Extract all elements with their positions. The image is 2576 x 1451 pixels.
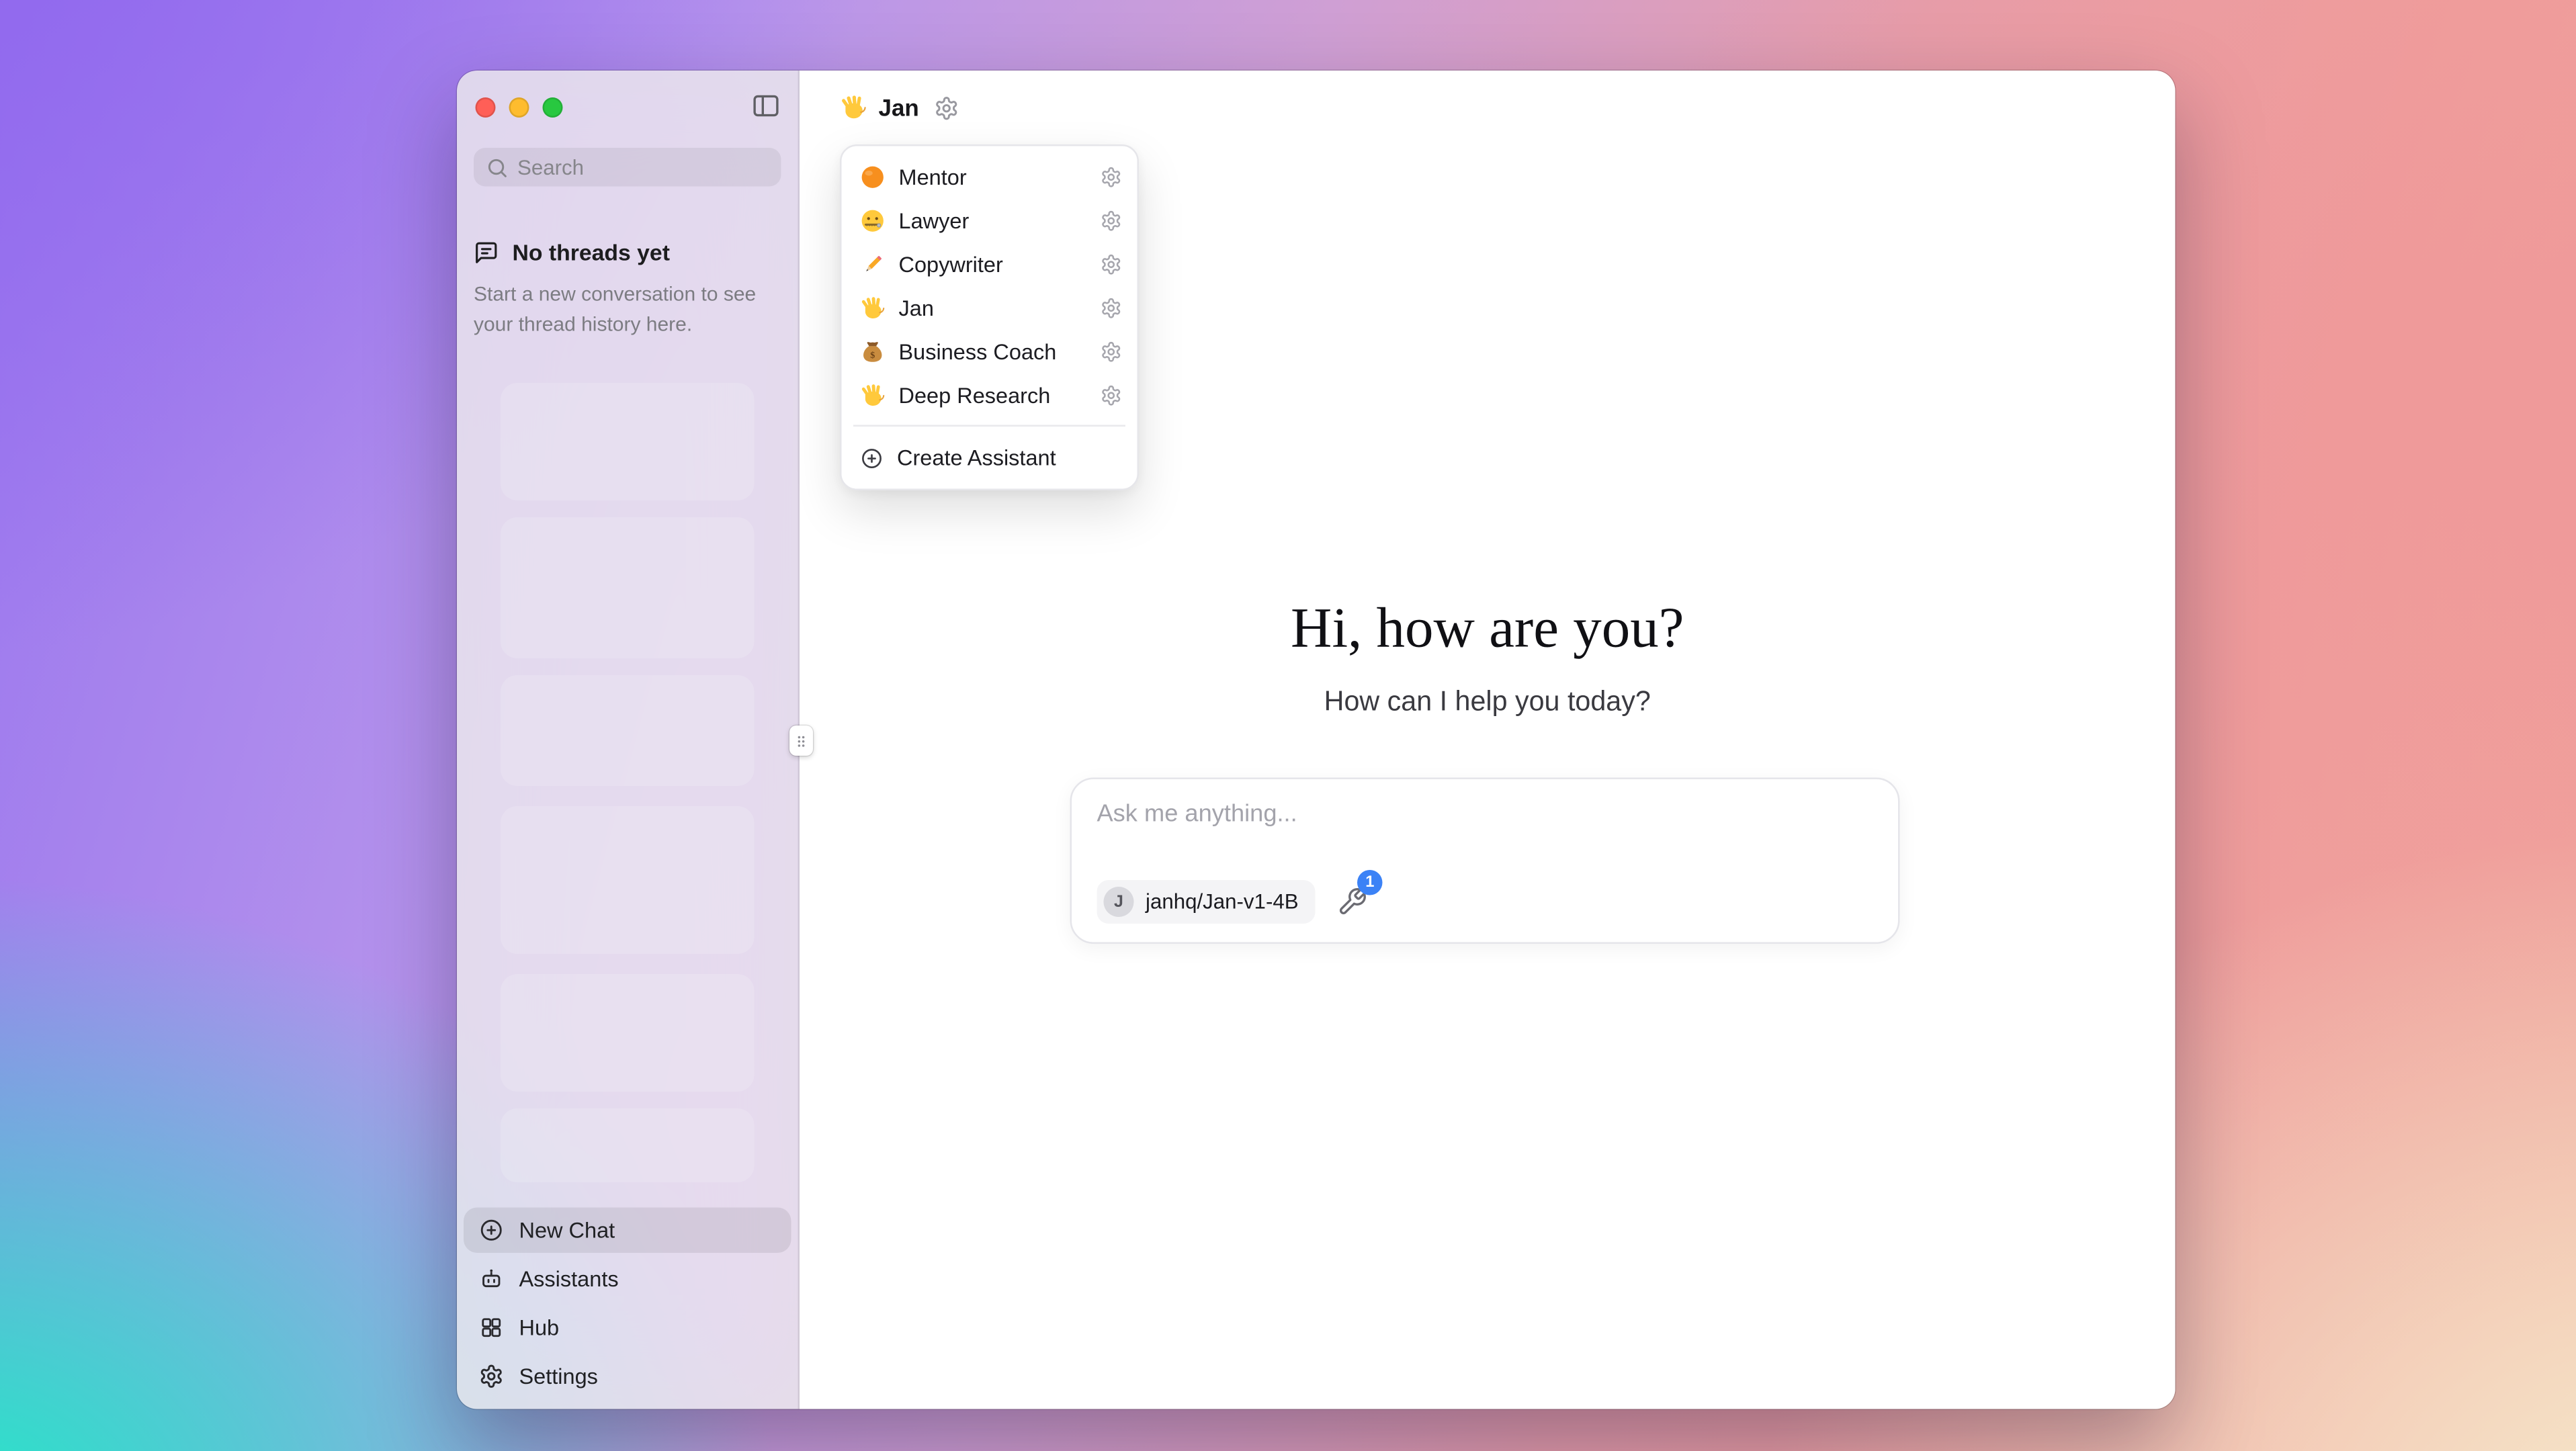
pencil-emoji-icon: [860, 251, 886, 277]
sidebar: No threads yet Start a new conversation …: [457, 71, 800, 1409]
model-name: janhq/Jan-v1-4B: [1146, 890, 1299, 914]
menu-separator: [853, 425, 1125, 427]
thread-skeleton: [501, 806, 755, 954]
thread-skeleton: [501, 1108, 755, 1182]
sidebar-resize-handle[interactable]: [789, 726, 813, 756]
minimize-button[interactable]: [509, 97, 529, 118]
close-button[interactable]: [476, 97, 496, 118]
search-field: [474, 148, 781, 187]
thread-skeleton: [501, 675, 755, 786]
gear-icon[interactable]: [1101, 165, 1123, 187]
menu-item-business-coach[interactable]: Business Coach: [850, 329, 1129, 373]
desktop-background: No threads yet Start a new conversation …: [0, 0, 2576, 1451]
plus-circle-icon: [479, 1218, 505, 1243]
toggle-sidebar-button[interactable]: [751, 91, 781, 121]
titlebar: [457, 71, 798, 138]
gear-icon[interactable]: [1101, 384, 1123, 406]
money-bag-emoji-icon: [860, 339, 886, 364]
chat-input[interactable]: [1097, 801, 1873, 842]
empty-state-title: No threads yet: [513, 240, 670, 266]
wave-emoji-icon: [840, 94, 867, 121]
jan-app-window: No threads yet Start a new conversation …: [457, 71, 2176, 1409]
assistant-menu: Mentor Lawyer Copywriter: [840, 144, 1139, 490]
plus-circle-icon: [860, 446, 884, 470]
menu-item-label: Jan: [899, 295, 1087, 320]
wave-emoji-icon: [860, 382, 886, 408]
menu-item-mentor[interactable]: Mentor: [850, 155, 1129, 198]
gear-icon[interactable]: [1101, 296, 1123, 318]
gear-icon[interactable]: [1101, 340, 1123, 362]
nav-item-label: New Chat: [519, 1218, 615, 1243]
threads-empty-state: No threads yet Start a new conversation …: [474, 240, 769, 340]
grip-dots-icon: [793, 730, 810, 752]
create-assistant-label: Create Assistant: [897, 445, 1056, 471]
menu-item-label: Copywriter: [899, 251, 1087, 277]
menu-item-label: Mentor: [899, 164, 1087, 189]
zoom-button[interactable]: [543, 97, 563, 118]
nav-item-label: Hub: [519, 1315, 560, 1341]
current-assistant-name: Jan: [879, 94, 919, 121]
thread-skeleton: [501, 383, 755, 500]
menu-item-deep-research[interactable]: Deep Research: [850, 373, 1129, 416]
nav-item-label: Assistants: [519, 1266, 619, 1292]
sidebar-nav: New Chat Assistants Hub Settings: [457, 1198, 798, 1409]
bot-icon: [479, 1266, 505, 1292]
search-input[interactable]: [474, 148, 781, 187]
orange-circle-emoji-icon: [860, 164, 886, 189]
menu-item-label: Deep Research: [899, 382, 1087, 408]
zipper-mouth-emoji-icon: [860, 208, 886, 233]
panel-toggle-icon: [751, 91, 781, 121]
traffic-lights: [476, 97, 563, 118]
sidebar-item-assistants[interactable]: Assistants: [464, 1256, 791, 1302]
greeting: Hi, how are you? How can I help you toda…: [800, 595, 2176, 721]
menu-item-copywriter[interactable]: Copywriter: [850, 242, 1129, 285]
sidebar-item-new-chat[interactable]: New Chat: [464, 1208, 791, 1254]
nav-item-label: Settings: [519, 1364, 598, 1389]
sidebar-item-hub[interactable]: Hub: [464, 1305, 791, 1351]
sidebar-item-settings[interactable]: Settings: [464, 1354, 791, 1399]
wave-emoji-icon: [860, 295, 886, 320]
model-selector[interactable]: J janhq/Jan-v1-4B: [1097, 880, 1316, 924]
chat-composer: J janhq/Jan-v1-4B 1: [1070, 778, 1900, 944]
main-area: Jan Mentor Lawyer: [800, 71, 2176, 1409]
tools-count-badge: 1: [1357, 870, 1383, 895]
assistant-selector-button[interactable]: Jan: [840, 94, 959, 121]
gear-icon[interactable]: [1101, 209, 1123, 231]
chat-bubble-icon: [474, 240, 499, 266]
gear-icon: [479, 1364, 505, 1389]
gear-icon[interactable]: [1101, 253, 1123, 275]
menu-item-lawyer[interactable]: Lawyer: [850, 198, 1129, 242]
create-assistant-button[interactable]: Create Assistant: [850, 435, 1129, 481]
menu-item-jan[interactable]: Jan: [850, 285, 1129, 329]
empty-state-body: Start a new conversation to see your thr…: [474, 279, 769, 339]
menu-item-label: Business Coach: [899, 339, 1087, 364]
thread-skeleton: [501, 974, 755, 1092]
tools-button[interactable]: 1: [1337, 887, 1367, 917]
composer-toolbar: J janhq/Jan-v1-4B 1: [1097, 880, 1873, 924]
grid-icon: [479, 1315, 505, 1341]
greeting-subtitle: How can I help you today?: [800, 684, 2176, 721]
thread-skeleton: [501, 517, 755, 658]
gear-icon[interactable]: [934, 95, 959, 120]
greeting-title: Hi, how are you?: [800, 595, 2176, 664]
model-avatar: J: [1104, 887, 1134, 917]
main-header: Jan: [800, 71, 2176, 144]
menu-item-label: Lawyer: [899, 208, 1087, 233]
